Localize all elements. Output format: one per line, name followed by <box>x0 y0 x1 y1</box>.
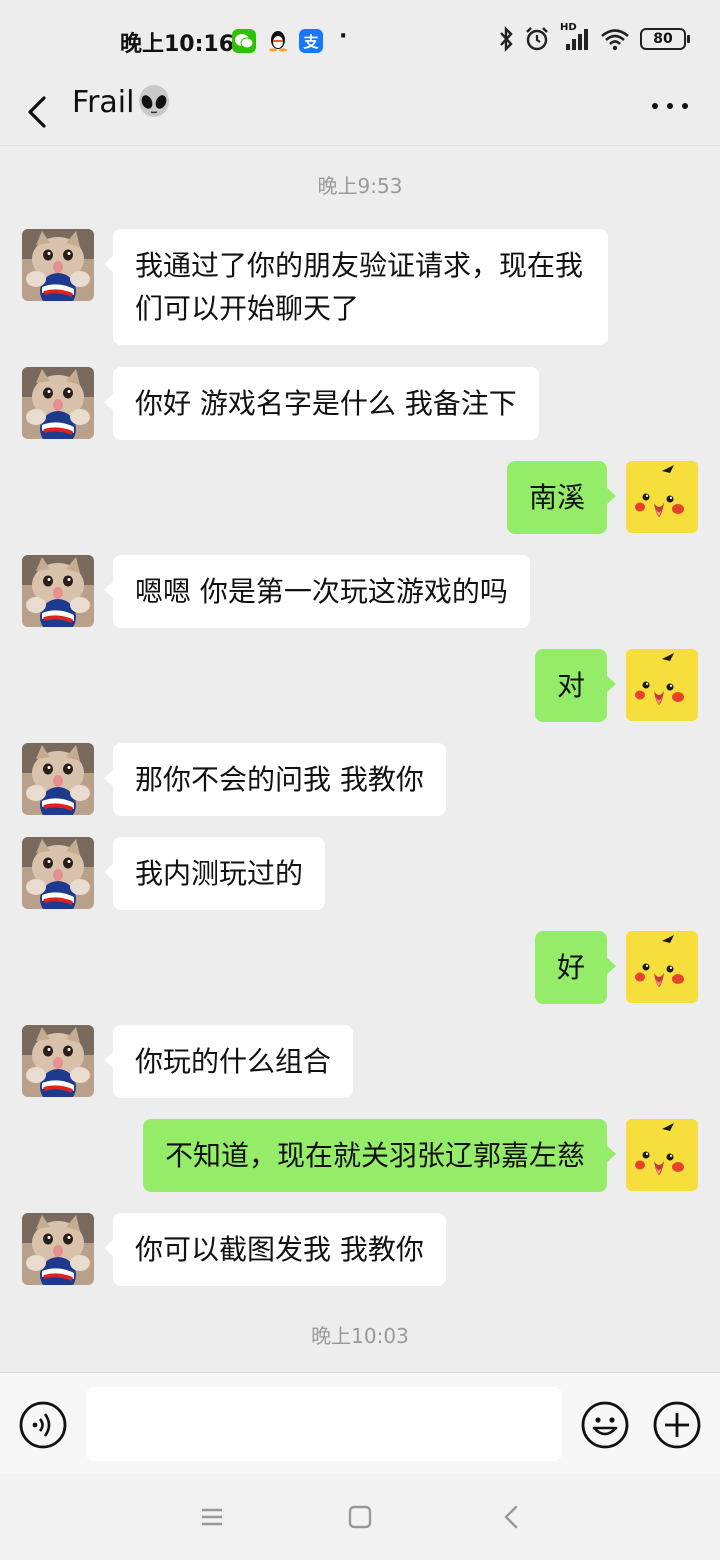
contact-name: Frail <box>72 84 135 120</box>
battery-indicator: 80 <box>640 28 690 50</box>
wifi-icon <box>601 29 629 51</box>
status-bar: 晚上10:16 支 · HD 80 <box>0 0 720 80</box>
contact-avatar[interactable] <box>22 367 94 439</box>
message-bubble-received[interactable]: 嗯嗯 你是第一次玩这游戏的吗 <box>104 555 530 628</box>
plus-icon[interactable] <box>652 1400 702 1450</box>
more-dots-icon[interactable] <box>652 100 688 112</box>
back-nav-icon[interactable] <box>497 1502 527 1532</box>
network-label: HD <box>560 22 577 33</box>
alien-emoji-icon <box>139 85 170 117</box>
emoji-icon[interactable] <box>580 1400 630 1450</box>
contact-avatar[interactable] <box>22 1213 94 1285</box>
message-bubble-sent[interactable]: 好 <box>534 931 617 1004</box>
my-avatar[interactable] <box>626 1119 698 1191</box>
my-avatar[interactable] <box>626 931 698 1003</box>
message-bubble-received[interactable]: 那你不会的问我 我教你 <box>104 743 446 816</box>
chat-header: Frail <box>0 80 720 146</box>
message-bubble-sent[interactable]: 对 <box>534 649 617 722</box>
contact-avatar[interactable] <box>22 229 94 301</box>
system-nav-bar <box>0 1474 720 1560</box>
menu-icon[interactable] <box>197 1502 227 1532</box>
status-time: 晚上10:16 <box>120 32 235 57</box>
chat-title: Frail <box>72 84 172 120</box>
message-bubble-sent[interactable]: 南溪 <box>506 461 617 534</box>
home-icon[interactable] <box>345 1502 375 1532</box>
contact-avatar[interactable] <box>22 743 94 815</box>
contact-avatar[interactable] <box>22 837 94 909</box>
alipay-icon: 支 <box>299 29 323 53</box>
bluetooth-icon <box>500 26 513 52</box>
input-bar <box>0 1372 720 1474</box>
timestamp: 晚上10:03 <box>311 1324 409 1348</box>
my-avatar[interactable] <box>626 649 698 721</box>
message-bubble-received[interactable]: 你玩的什么组合 <box>103 1025 354 1098</box>
message-bubble-received[interactable]: 我通过了你的朋友验证请求，现在我们可以开始聊天了 <box>104 229 608 345</box>
message-bubble-sent[interactable]: 不知道，现在就关羽张辽郭嘉左慈 <box>142 1119 617 1192</box>
chevron-left-icon[interactable] <box>24 88 54 136</box>
message-bubble-received[interactable]: 你好 游戏名字是什么 我备注下 <box>104 367 539 440</box>
timestamp: 晚上9:53 <box>317 174 403 198</box>
wechat-icon <box>232 29 256 53</box>
alarm-icon <box>526 27 548 51</box>
message-bubble-received[interactable]: 我内测玩过的 <box>103 837 326 910</box>
contact-avatar[interactable] <box>22 1025 94 1097</box>
contact-avatar[interactable] <box>22 555 94 627</box>
my-avatar[interactable] <box>626 461 698 533</box>
voice-icon[interactable] <box>18 1400 68 1450</box>
status-indicators: HD 80 <box>498 22 690 52</box>
message-input[interactable] <box>86 1387 562 1461</box>
message-bubble-received[interactable]: 你可以截图发我 我教你 <box>104 1213 446 1286</box>
qq-penguin-icon <box>266 29 290 53</box>
status-dot: · <box>339 24 348 49</box>
signal-icon: HD <box>560 22 590 52</box>
